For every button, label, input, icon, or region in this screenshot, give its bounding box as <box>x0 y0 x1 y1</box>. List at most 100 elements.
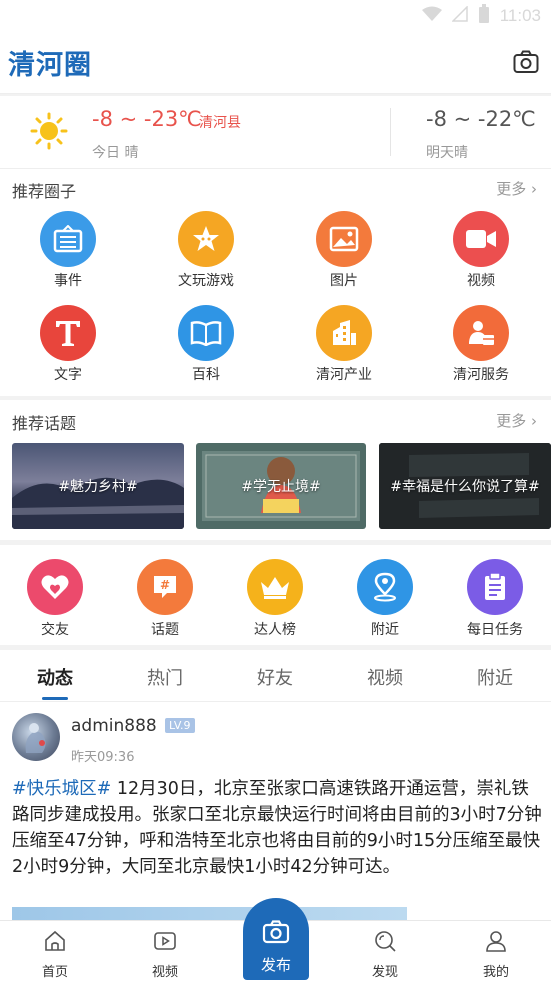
post-image[interactable] <box>12 907 407 920</box>
tab-friends[interactable]: 好友 <box>220 664 330 690</box>
post-hashtag[interactable]: #快乐城区# <box>12 779 111 799</box>
service-icon <box>453 305 509 361</box>
shortcut-nearby[interactable]: 附近 <box>330 559 440 639</box>
feed-tabs: 动态 热门 好友 视频 附近 <box>0 650 551 702</box>
shortcut-daily-tasks[interactable]: 每日任务 <box>440 559 550 639</box>
circle-item-text[interactable]: 文字 <box>13 305 123 384</box>
circle-label: 视频 <box>467 273 495 289</box>
circle-item-videos[interactable]: 视频 <box>426 211 536 290</box>
circle-item-events[interactable]: 事件 <box>13 211 123 290</box>
topic-card-happiness[interactable]: #幸福是什么你说了算# <box>379 443 551 529</box>
shortcut-label: 每日任务 <box>467 622 523 638</box>
circle-item-industry[interactable]: 清河产业 <box>289 305 399 384</box>
shortcut-leaderboard[interactable]: 达人榜 <box>220 559 330 639</box>
shortcut-label: 达人榜 <box>254 622 296 638</box>
app-title: 清河圈 <box>8 50 92 81</box>
sun-icon <box>30 112 68 150</box>
camera-icon[interactable] <box>513 50 539 74</box>
text-icon <box>40 305 96 361</box>
star-icon <box>178 211 234 267</box>
book-icon <box>178 305 234 361</box>
circle-label: 百科 <box>192 367 220 383</box>
status-bar: 11:03 <box>0 0 551 32</box>
battery-icon <box>478 4 490 28</box>
circle-label: 清河服务 <box>453 367 509 383</box>
location-icon <box>357 559 413 615</box>
nav-video[interactable]: 视频 <box>125 929 205 980</box>
topic-label: #幸福是什么你说了算# <box>390 479 540 495</box>
image-icon <box>316 211 372 267</box>
shortcut-label: 话题 <box>151 622 179 638</box>
shortcut-label: 附近 <box>371 622 399 638</box>
circle-item-encyclopedia[interactable]: 百科 <box>151 305 261 384</box>
tab-videos[interactable]: 视频 <box>330 664 440 690</box>
wifi-icon <box>421 6 442 26</box>
topic-label: #学无止境# <box>241 479 321 495</box>
today-temperature: -8 ~ -23℃ <box>92 107 202 131</box>
city-name: 清河县 <box>199 115 241 131</box>
circle-label: 事件 <box>54 273 82 289</box>
publish-label: 发布 <box>260 956 291 974</box>
circle-item-images[interactable]: 图片 <box>289 211 399 290</box>
section-title: 推荐话题 <box>12 414 77 433</box>
heart-icon <box>27 559 83 615</box>
search-icon <box>375 931 396 952</box>
nav-discover[interactable]: 发现 <box>345 929 425 980</box>
user-icon <box>486 931 506 952</box>
play-icon <box>154 932 176 950</box>
tab-hot[interactable]: 热门 <box>110 664 220 690</box>
tomorrow-temperature: -8 ~ -22℃ <box>426 107 536 131</box>
crown-icon <box>247 559 303 615</box>
recommended-circles: 推荐圈子 更多 › 事件 文玩游戏 图片 视频 文字 百科 清河产业 清河服务 <box>0 168 551 396</box>
camera-icon <box>262 920 290 944</box>
circle-label: 文玩游戏 <box>178 273 234 289</box>
circle-item-games[interactable]: 文玩游戏 <box>151 211 261 290</box>
nav-label: 我的 <box>482 965 509 980</box>
today-condition: 今日 晴 <box>92 145 139 161</box>
nav-mine[interactable]: 我的 <box>456 929 536 980</box>
signal-icon <box>450 5 468 26</box>
svg-text:#: # <box>160 578 170 592</box>
circle-label: 文字 <box>54 367 82 383</box>
nav-label: 视频 <box>151 965 178 980</box>
shortcut-topics[interactable]: # 话题 <box>110 559 220 639</box>
nav-home[interactable]: 首页 <box>15 929 95 980</box>
building-icon <box>316 305 372 361</box>
post-timestamp: 昨天09:36 <box>71 750 135 765</box>
shortcut-label: 交友 <box>41 622 69 638</box>
video-icon <box>453 211 509 267</box>
home-icon <box>45 930 65 951</box>
topic-label: #魅力乡村# <box>58 479 138 495</box>
news-icon <box>40 211 96 267</box>
tomorrow-condition: 明天晴 <box>426 145 468 161</box>
avatar[interactable] <box>12 713 60 761</box>
shortcut-friends[interactable]: 交友 <box>0 559 110 639</box>
circle-item-services[interactable]: 清河服务 <box>426 305 536 384</box>
circle-label: 清河产业 <box>316 367 372 383</box>
topic-card-village[interactable]: #魅力乡村# <box>12 443 184 529</box>
active-tab-indicator <box>42 697 68 700</box>
hashtag-icon: # <box>137 559 193 615</box>
weather-panel[interactable]: -8 ~ -23℃ 清河县 今日 晴 -8 ~ -22℃ 明天晴 <box>0 96 551 168</box>
tab-nearby[interactable]: 附近 <box>440 664 550 690</box>
nav-label: 发现 <box>371 965 398 980</box>
more-topics-link[interactable]: 更多 › <box>496 410 537 431</box>
app-screen: 11:03 清河圈 -8 ~ -23℃ 清河县 今日 晴 -8 ~ -22℃ 明… <box>0 0 551 981</box>
nav-label: 首页 <box>41 965 68 980</box>
more-circles-link[interactable]: 更多 › <box>496 178 537 199</box>
weather-divider <box>390 108 391 156</box>
circle-label: 图片 <box>330 273 358 289</box>
topic-card-learning[interactable]: #学无止境# <box>196 443 366 529</box>
section-title: 推荐圈子 <box>12 182 77 201</box>
status-icons: 11:03 <box>421 4 541 28</box>
feed-section: 动态 热门 好友 视频 附近 admin888 LV.9 昨天09:36 #快乐… <box>0 650 551 920</box>
clipboard-icon <box>467 559 523 615</box>
recommended-topics: 推荐话题 更多 › #魅力乡村# #学无止境# #幸福是什么你说了算# <box>0 400 551 540</box>
tab-dynamics[interactable]: 动态 <box>0 664 110 690</box>
status-time: 11:03 <box>499 6 541 25</box>
app-header: 清河圈 <box>0 32 551 94</box>
post-content[interactable]: #快乐城区# 12月30日，北京至张家口高速铁路开通运营，崇礼铁路同步建成投用。… <box>12 776 542 880</box>
publish-button[interactable]: 发布 <box>243 898 309 980</box>
post-username[interactable]: admin888 <box>71 716 157 736</box>
user-level-badge: LV.9 <box>165 718 195 733</box>
